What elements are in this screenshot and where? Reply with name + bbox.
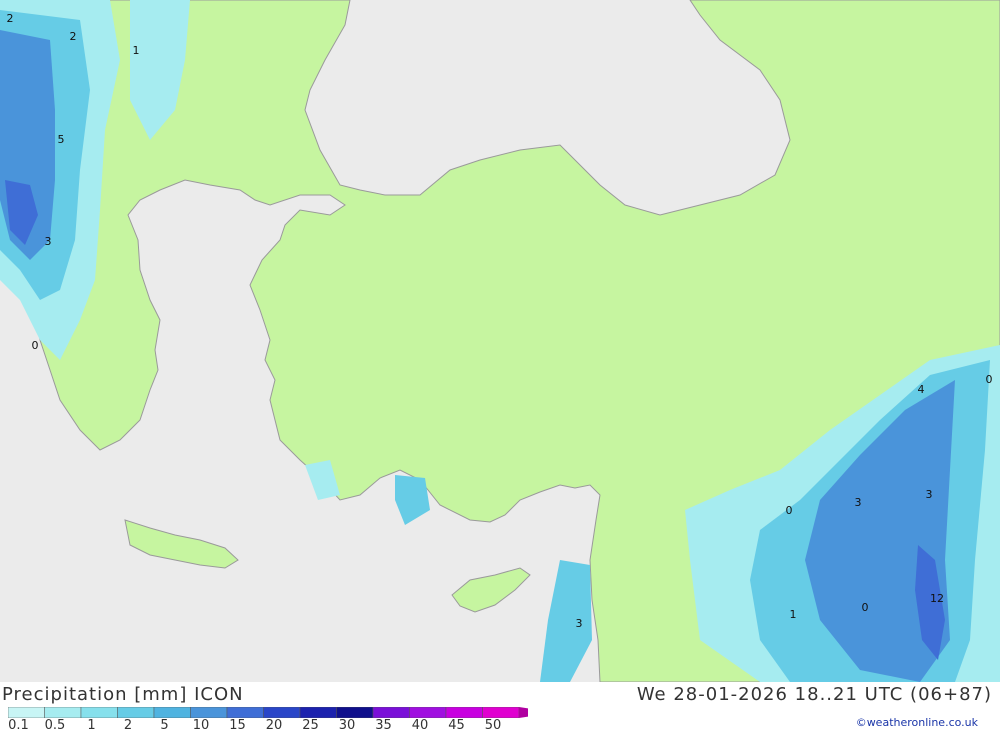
legend-swatch [226,707,264,718]
value-label: 3 [45,235,52,248]
value-label: 4 [918,383,925,396]
value-label: 0 [862,601,869,614]
value-label: 1 [133,44,140,57]
legend-tick: 5 [160,718,169,733]
legend-swatch [153,707,191,718]
value-label: 3 [576,617,583,630]
color-legend [8,707,528,718]
footer: Precipitation [mm] ICON We 28-01-2026 18… [0,682,1000,733]
value-label: 0 [32,339,39,352]
legend-swatch [336,707,374,718]
valid-time: We 28-01-2026 18..21 UTC (06+87) [636,684,992,705]
legend-tick: 2 [123,718,133,733]
value-label: 3 [926,488,933,501]
legend-tick: 35 [375,718,392,733]
value-label: 0 [986,373,993,386]
legend-swatch [482,707,520,718]
legend-tick: 10 [192,718,210,733]
legend-tick: 15 [229,718,246,733]
legend-tick: 0.5 [44,718,66,733]
value-label: 2 [7,12,14,25]
legend-tick: 40 [411,718,429,733]
legend-tick: 0.1 [8,718,29,733]
legend-swatch [409,707,447,718]
legend-swatch [445,707,483,718]
credit-link[interactable]: ©weatheronline.co.uk [856,716,978,729]
value-label: 5 [58,133,65,146]
legend-tick: 20 [265,718,283,733]
legend-tick: 1 [87,718,96,733]
legend-tick: 30 [338,718,356,733]
legend-swatch [263,707,301,718]
map-canvas: 2 2 1 5 3 0 4 0 3 3 0 0 1 12 3 [0,0,1000,683]
legend-arrow [519,707,528,718]
legend-swatch [44,707,82,718]
precipitation-map: 2 2 1 5 3 0 4 0 3 3 0 0 1 12 3 [0,0,1000,683]
legend-tick: 45 [448,718,465,733]
legend-tick: 50 [484,718,502,733]
legend-swatch [80,707,118,718]
legend-tick: 25 [302,718,319,733]
legend-swatch [190,707,228,718]
value-label: 0 [786,504,793,517]
value-label: 2 [70,30,77,43]
legend-swatch [8,707,45,718]
legend-swatch [372,707,410,718]
value-label: 12 [930,592,944,605]
value-label: 3 [855,496,862,509]
map-title: Precipitation [mm] ICON [2,684,244,705]
legend-swatch [299,707,337,718]
value-label: 1 [790,608,797,621]
legend-swatch [117,707,155,718]
